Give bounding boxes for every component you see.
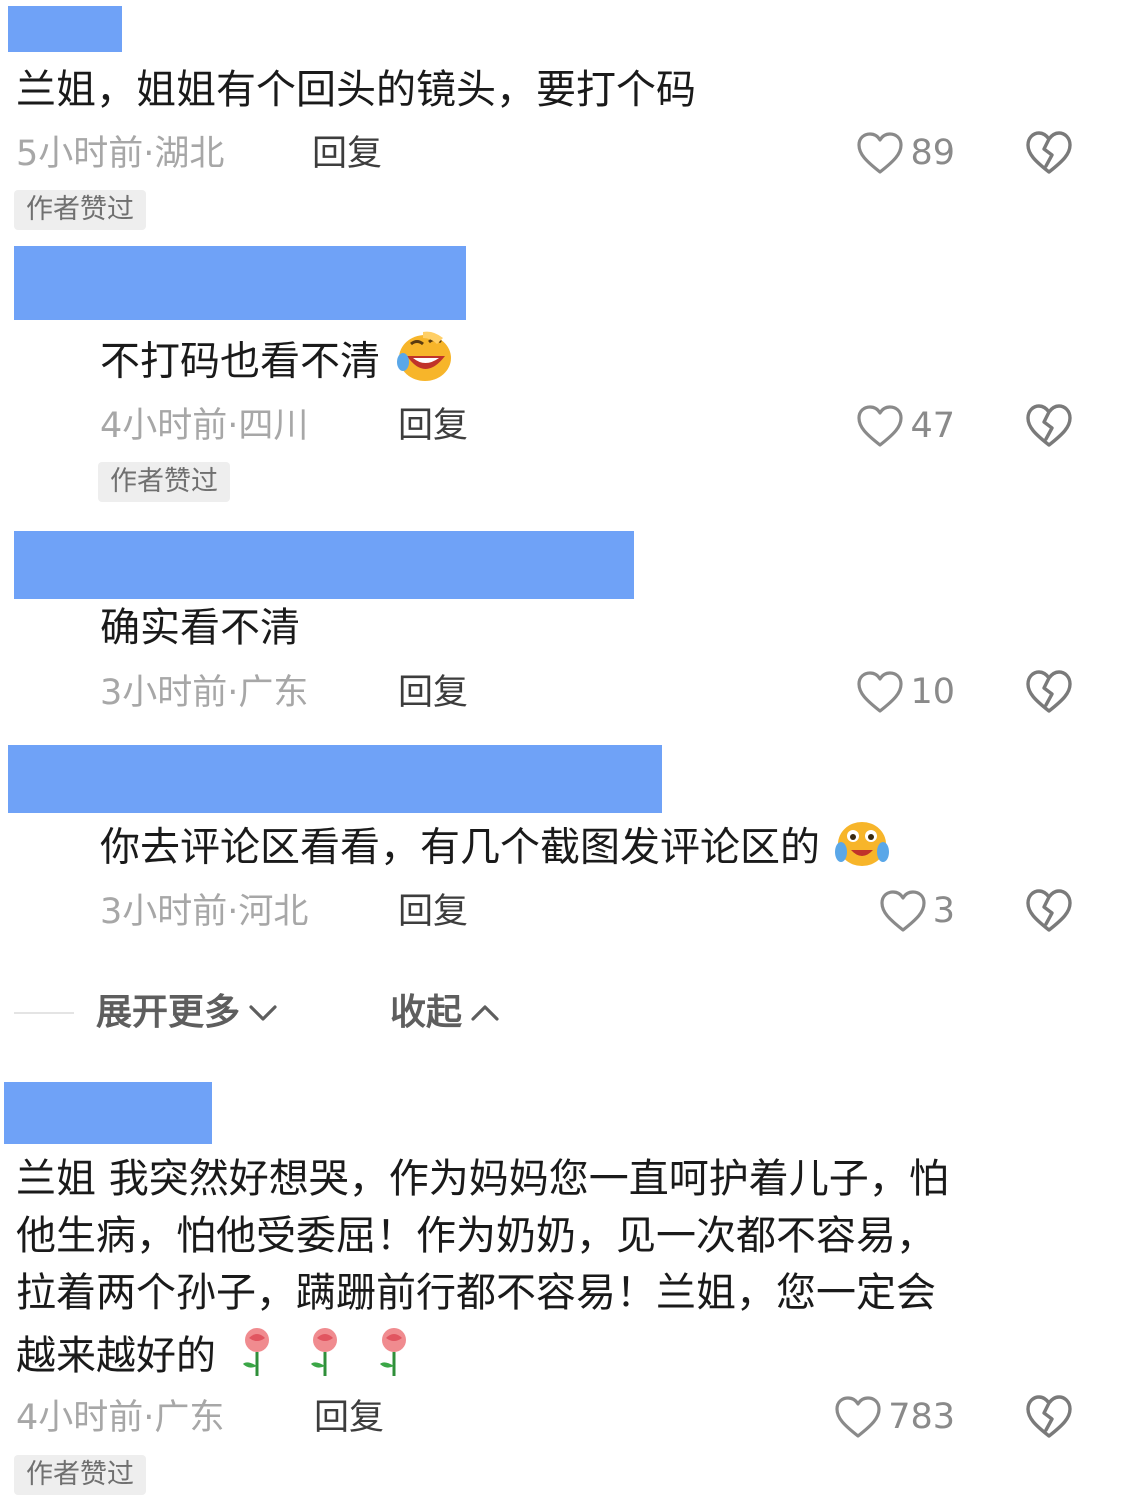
comment-line: 兰姐 我突然好想哭，作为妈妈您一直呵护着儿子，怕: [16, 1156, 949, 1202]
comment-line: 拉着两个孙子，蹒跚前行都不容易！兰姐，您一定会: [16, 1270, 936, 1316]
heart-icon: [857, 405, 904, 447]
broken-heart-icon[interactable]: [1024, 128, 1074, 176]
rolling-laughing-emoji: [393, 330, 453, 397]
redacted-username: [14, 246, 466, 320]
author-liked-badge: 作者赞过: [14, 1455, 146, 1495]
like-count: 47: [910, 406, 955, 446]
redacted-username: [14, 531, 634, 599]
comment-meta: 5小时前·湖北: [16, 134, 225, 174]
chevron-up-icon: [471, 1005, 499, 1021]
rose-emoji: [366, 1322, 422, 1394]
comment-text: 兰姐，姐姐有个回头的镜头，要打个码: [16, 67, 696, 113]
reply-button[interactable]: 回复: [312, 134, 382, 174]
redacted-username: [8, 745, 662, 813]
comment-meta: 4小时前·广东: [16, 1398, 225, 1438]
collapse-button[interactable]: 收起: [390, 993, 500, 1033]
like-count: 3: [932, 891, 955, 931]
like-button[interactable]: 10: [856, 667, 955, 717]
rose-emoji: [229, 1322, 285, 1394]
heart-icon: [857, 671, 904, 713]
like-count: 10: [910, 672, 955, 712]
like-button[interactable]: 783: [834, 1392, 955, 1442]
reply-button[interactable]: 回复: [398, 673, 468, 713]
comment-meta: 3小时前·河北: [100, 892, 309, 932]
comment-meta: 4小时前·四川: [100, 406, 309, 446]
broken-heart-icon[interactable]: [1024, 886, 1074, 934]
like-button[interactable]: 3: [879, 886, 955, 936]
rose-emoji: [297, 1322, 353, 1394]
broken-heart-icon[interactable]: [1024, 1392, 1074, 1440]
reply-button[interactable]: 回复: [314, 1398, 384, 1438]
broken-heart-icon[interactable]: [1024, 667, 1074, 715]
reply-button[interactable]: 回复: [398, 406, 468, 446]
heart-icon: [880, 890, 926, 932]
heart-icon: [857, 132, 904, 174]
teary-emoji: [833, 816, 891, 883]
thread-divider: [14, 1012, 74, 1014]
like-count: 89: [910, 133, 955, 173]
comment-line: 他生病，怕他受委屈！作为奶奶，见一次都不容易，: [16, 1213, 936, 1259]
comment-line-with-emoji: 越来越好的: [16, 1322, 1096, 1394]
expand-more-button[interactable]: 展开更多: [96, 993, 278, 1033]
redacted-username: [4, 1082, 212, 1144]
reply-button[interactable]: 回复: [398, 892, 468, 932]
like-count: 783: [888, 1397, 955, 1437]
broken-heart-icon[interactable]: [1024, 401, 1074, 449]
comment-text: 兰姐 我突然好想哭，作为妈妈您一直呵护着儿子，怕 他生病，怕他受委屈！作为奶奶，…: [16, 1151, 1096, 1394]
like-button[interactable]: 89: [856, 128, 955, 178]
chevron-down-icon: [249, 1005, 277, 1021]
redacted-username: [8, 6, 122, 52]
author-liked-badge: 作者赞过: [14, 190, 146, 230]
collapse-label: 收起: [390, 992, 463, 1033]
comment-meta: 3小时前·广东: [100, 673, 309, 713]
comment-text: 确实看不清: [100, 605, 300, 651]
like-button[interactable]: 47: [856, 401, 955, 451]
heart-icon: [835, 1396, 881, 1438]
expand-more-label: 展开更多: [96, 992, 241, 1033]
author-liked-badge: 作者赞过: [98, 462, 230, 502]
comment-text: 你去评论区看看，有几个截图发评论区的: [100, 816, 891, 883]
comment-text: 不打码也看不清: [100, 330, 453, 397]
